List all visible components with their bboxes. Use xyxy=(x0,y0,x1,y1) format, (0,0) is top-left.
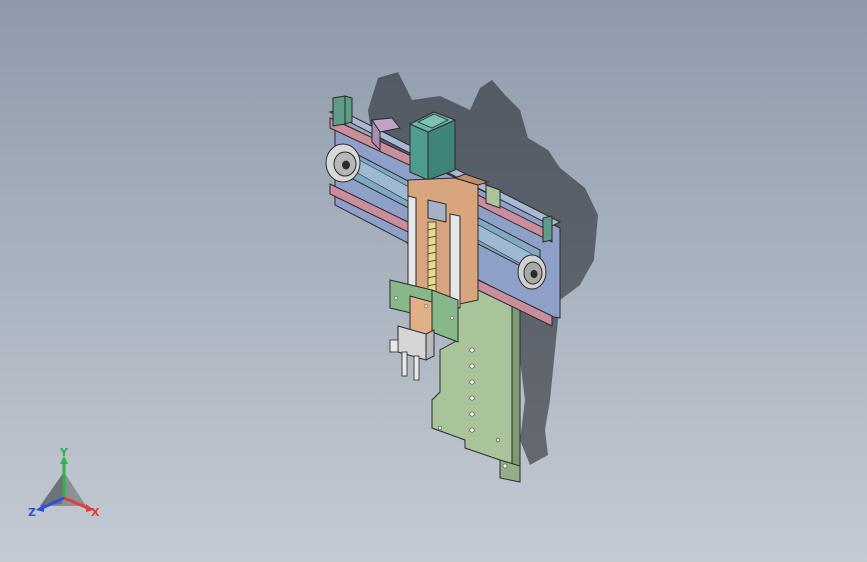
lead-screw xyxy=(427,221,437,295)
motor-front xyxy=(409,123,429,181)
right-pulley xyxy=(517,254,547,290)
z-axis-arrow xyxy=(36,504,44,512)
upright-plate-side xyxy=(511,299,521,483)
carriage-plate xyxy=(407,177,479,306)
screw-coupling xyxy=(427,199,447,223)
left-pulley xyxy=(325,143,361,183)
vertical-rail-right xyxy=(449,213,461,309)
left-end-post-2 xyxy=(344,95,353,125)
z-axis-label: Z xyxy=(28,506,36,519)
gripper-side xyxy=(425,329,435,361)
coordinate-triad[interactable]: Y X Z xyxy=(24,446,108,526)
y-axis-label: Y xyxy=(59,446,69,459)
graphics-viewport[interactable]: Y X Z xyxy=(0,0,867,562)
x-axis-label: X xyxy=(91,506,100,519)
right-end-post xyxy=(542,215,553,243)
cad-model-view[interactable] xyxy=(0,0,867,562)
left-end-post xyxy=(332,95,346,127)
vertical-rail-left xyxy=(407,195,417,289)
